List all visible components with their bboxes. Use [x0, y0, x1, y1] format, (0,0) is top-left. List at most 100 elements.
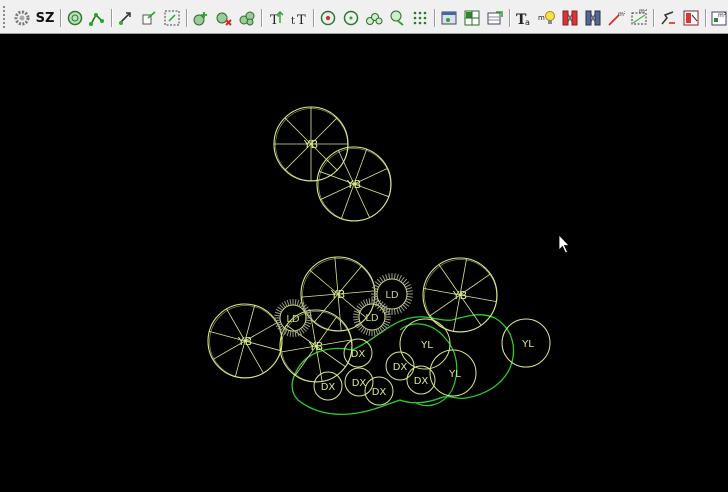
select-box-icon[interactable] — [162, 8, 182, 28]
plant-label: YB — [346, 178, 361, 191]
cad-toolbar: SZ T tT T a m m m² m² — [0, 0, 728, 34]
ld-fringe — [402, 278, 408, 284]
ld-fringe — [406, 287, 413, 290]
svg-text:t: t — [291, 16, 295, 27]
ld-fringe — [353, 320, 360, 324]
svg-text:m: m — [538, 14, 545, 22]
drawing-canvas[interactable]: YB YB YB YB YB YB LD LD LD DX DX DX DX DX DX YL YL YL — [0, 34, 728, 492]
ld-fringe — [362, 299, 367, 306]
ld-fringe — [289, 330, 292, 337]
mouse-cursor — [558, 234, 570, 254]
tree-cluster-icon[interactable] — [237, 8, 257, 28]
text-up-icon[interactable]: T — [266, 8, 286, 28]
settings-icon[interactable] — [12, 8, 32, 28]
ld-fringe — [400, 305, 405, 312]
plant-label: YB — [330, 288, 345, 301]
shrub-arrow-icon[interactable] — [387, 8, 407, 28]
ld-fringe — [376, 278, 382, 284]
ld-fringe — [398, 275, 402, 281]
route-icon[interactable] — [658, 8, 678, 28]
blue-block-icon[interactable] — [583, 8, 603, 28]
plant-label: LD — [286, 314, 300, 325]
svg-text:m²: m² — [639, 9, 648, 15]
ld-fringe — [305, 319, 312, 322]
legend-icon[interactable]: m² — [709, 8, 728, 28]
shrub-group-icon[interactable] — [364, 8, 384, 28]
ld-fringe — [368, 298, 371, 305]
window-icon[interactable] — [439, 8, 459, 28]
area-box-icon[interactable]: m² — [629, 8, 649, 28]
copy-arrow-icon[interactable] — [139, 8, 159, 28]
ld-fringe — [396, 308, 399, 315]
text-style-icon[interactable]: Ta — [514, 8, 534, 28]
ld-fringe — [406, 290, 413, 293]
ld-fringe — [384, 318, 391, 321]
ld-fringe — [294, 299, 297, 306]
ld-fringe — [393, 308, 396, 315]
ld-fringe — [379, 276, 384, 283]
plant-label: YL — [448, 369, 461, 380]
plant-label: DX — [414, 376, 429, 387]
ld-fringe — [289, 299, 292, 306]
plant-label: DX — [321, 382, 336, 393]
lightbulb-icon[interactable]: m — [537, 8, 557, 28]
ld-fringe — [365, 298, 369, 305]
toolbar-separator — [509, 9, 511, 27]
ld-fringe — [400, 276, 405, 283]
svg-text:m²: m² — [618, 11, 625, 18]
polyline-node-icon[interactable] — [87, 8, 107, 28]
text-tt-icon[interactable]: tT — [289, 8, 309, 28]
ld-fringe — [384, 320, 391, 324]
ld-fringe — [304, 323, 311, 328]
plant-label: LD — [385, 290, 399, 301]
tree-add-icon[interactable] — [191, 8, 211, 28]
ld-fringe — [286, 299, 290, 306]
ld-fringe — [274, 314, 281, 317]
area-line-icon[interactable]: m² — [606, 8, 626, 28]
toolbar-grip[interactable] — [3, 6, 9, 28]
ld-fringe — [373, 329, 376, 336]
ld-fringe — [406, 295, 413, 298]
svg-text:m²: m² — [718, 12, 727, 19]
plant-label: DX — [372, 387, 387, 398]
toolbar-separator — [313, 9, 315, 27]
cad-drawing: YB YB YB YB YB YB LD LD LD DX DX DX DX DX DX YL YL YL — [207, 106, 570, 416]
circle-dot-icon[interactable] — [341, 8, 361, 28]
circle-refresh-icon[interactable] — [65, 8, 85, 28]
svg-text:T: T — [297, 13, 306, 27]
svg-text:a: a — [525, 18, 530, 27]
tree-delete-icon[interactable] — [214, 8, 234, 28]
toolbar-separator — [653, 9, 655, 27]
plant-label: DX — [352, 378, 367, 389]
ld-fringe — [384, 313, 391, 316]
ld-fringe — [406, 298, 413, 301]
ld-fringe — [353, 318, 360, 321]
circle-target-icon[interactable] — [318, 8, 338, 28]
ld-fringe — [402, 304, 408, 310]
ld-fringe — [283, 300, 288, 307]
ld-fringe — [365, 329, 369, 336]
arrow-edit-icon[interactable] — [116, 8, 136, 28]
toolbar-separator — [60, 9, 62, 27]
toolbar-separator — [186, 9, 188, 27]
ld-fringe — [275, 308, 282, 313]
plant-label: YL — [521, 339, 534, 350]
ld-fringe — [405, 284, 411, 288]
ld-fringe — [353, 313, 360, 316]
ld-fringe — [385, 273, 388, 280]
ld-fringe — [296, 299, 300, 306]
excel-grid-icon[interactable] — [462, 8, 482, 28]
ld-fringe — [298, 300, 303, 307]
ld-fringe — [305, 321, 312, 325]
toolbar-separator — [705, 9, 707, 27]
ld-fringe — [368, 329, 371, 336]
ld-fringe — [388, 273, 391, 280]
plant-label: YB — [303, 138, 318, 151]
ld-fringe — [382, 275, 386, 281]
red-block-icon[interactable] — [560, 8, 580, 28]
sz-button[interactable]: SZ — [34, 8, 56, 28]
export-table-icon[interactable] — [485, 8, 505, 28]
red-window-icon[interactable] — [681, 8, 701, 28]
dot-grid-icon[interactable] — [410, 8, 430, 28]
plant-label: LD — [365, 313, 379, 324]
